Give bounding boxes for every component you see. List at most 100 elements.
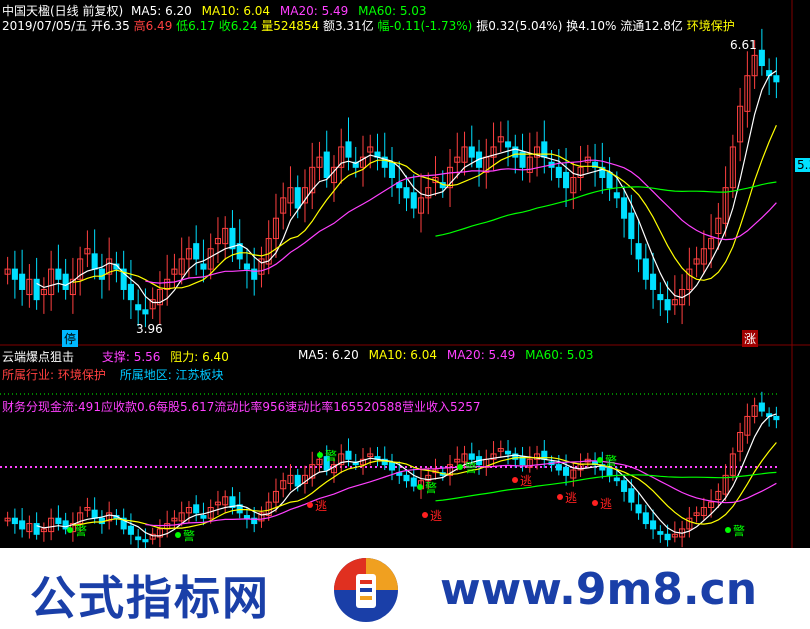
candle-body	[19, 520, 26, 530]
candle-body	[11, 517, 18, 525]
lower-ma20-label: MA20: 5.49	[446, 348, 516, 362]
candle-body	[323, 151, 330, 179]
candle-body	[758, 402, 765, 412]
lower-ma-row: MA5: 6.20 MA10: 6.04 MA20: 5.49 MA60: 5.…	[298, 348, 594, 362]
ma5-label: MA5: 6.20	[131, 4, 192, 18]
candle-body	[642, 512, 649, 525]
low-marker: 3.96	[136, 322, 163, 336]
candle-body	[468, 146, 475, 158]
candle-body	[243, 515, 250, 519]
watermark-banner: 公式指标网 www.9m8.cn	[0, 548, 810, 629]
sell-label: 逃	[520, 474, 532, 488]
candle-body	[98, 268, 105, 280]
warn-dot	[597, 457, 603, 463]
volume-label: 量524854	[261, 19, 320, 33]
candle-body	[650, 273, 657, 290]
finance-line: 财务分现金流:491应收款0.6每股5.617流动比率956速动比率165520…	[2, 400, 481, 414]
warn-label: 警	[605, 453, 617, 468]
candle-body	[142, 309, 149, 315]
info-row: 2019/07/05/五 开6.35 高6.49 低6.17 收6.24 量52…	[2, 17, 735, 34]
support-label: 支撑: 5.56	[101, 350, 161, 364]
candle-body	[403, 474, 410, 482]
candle-body	[19, 273, 26, 290]
banner-logo-icon	[334, 558, 398, 622]
change-label: 幅-0.11(-1.73%)	[377, 19, 473, 33]
candle-body	[628, 212, 635, 240]
indicator-title: 云端爆点狙击	[2, 350, 75, 364]
candle-body	[758, 49, 765, 67]
candle-body	[657, 294, 664, 301]
candle-body	[135, 536, 142, 541]
candle-body	[410, 477, 417, 487]
amplitude-label: 振0.32(5.04%)	[476, 19, 563, 33]
candle-body	[621, 197, 628, 219]
candle-body	[33, 278, 40, 301]
warn-label: 警	[75, 523, 87, 538]
region-label: 所属地区: 江苏板块	[119, 368, 224, 382]
candle-body	[388, 461, 396, 471]
candle-body	[200, 263, 207, 270]
candle-body	[541, 141, 548, 158]
candle-body	[243, 263, 250, 270]
sector-label: 环境保护	[686, 19, 735, 33]
candle-body	[33, 523, 40, 535]
sell-dot	[512, 477, 518, 483]
sell-dot	[422, 512, 428, 518]
candle-body	[91, 509, 98, 519]
black-overlay	[202, 295, 608, 335]
candle-body	[635, 243, 642, 260]
candle-body	[650, 520, 657, 530]
candle-body	[555, 464, 562, 471]
candle-body	[657, 531, 664, 535]
open-label: 开6.35	[91, 19, 130, 33]
resistance-label: 阻力: 6.40	[170, 350, 229, 364]
sell-dot	[307, 502, 313, 508]
candle-body	[294, 474, 301, 487]
warn-dot	[725, 527, 731, 533]
candle-body	[345, 141, 352, 158]
sell-dot	[592, 500, 598, 506]
candle-body	[345, 450, 352, 460]
candle-body	[664, 533, 671, 541]
lower-ma60-label: MA60: 5.03	[525, 348, 594, 362]
sell-dot	[557, 494, 563, 500]
warn-label: 警	[183, 528, 195, 543]
ma60-label: MA60: 5.03	[358, 4, 427, 18]
candle-body	[403, 187, 410, 199]
candle-body	[410, 192, 417, 209]
candle-body	[294, 187, 301, 209]
candle-body	[468, 453, 475, 460]
candle-body	[62, 520, 69, 530]
candle-body	[606, 466, 613, 476]
candle-body	[606, 171, 613, 189]
candle-body	[200, 515, 207, 519]
candle-body	[504, 141, 512, 148]
candle-body	[773, 75, 780, 83]
float-cap-label: 流通12.8亿	[620, 19, 683, 33]
candle-body	[664, 299, 671, 311]
candle-body	[127, 283, 134, 301]
amount-label: 额3.31亿	[322, 19, 374, 33]
sell-label: 逃	[600, 497, 612, 511]
sell-label: 逃	[430, 509, 442, 523]
candle-body	[11, 268, 18, 280]
kline-chart[interactable]: 警警警警警 警警逃逃逃逃逃	[0, 0, 810, 548]
warn-label: 警	[425, 480, 437, 495]
candle-body	[621, 480, 628, 492]
lower-ma10-label: MA10: 6.04	[368, 348, 438, 362]
candle-body	[142, 539, 149, 543]
industry-label: 所属行业: 环境保护	[2, 368, 106, 382]
warn-label: 警	[325, 448, 337, 463]
candle-body	[55, 517, 62, 525]
turnover-label: 换4.10%	[566, 19, 617, 33]
ma20-label: MA20: 5.49	[279, 4, 349, 18]
candle-body	[504, 450, 512, 455]
candle-body	[563, 171, 570, 189]
date-label: 2019/07/05/五	[2, 19, 88, 33]
candle-body	[91, 253, 98, 270]
right-price-tag: 5.3	[795, 158, 810, 172]
high-label: 高6.49	[133, 19, 173, 33]
warn-label: 警	[465, 460, 477, 475]
lower-ma5-label: MA5: 6.20	[298, 348, 359, 362]
rise-badge: 涨	[742, 330, 759, 347]
